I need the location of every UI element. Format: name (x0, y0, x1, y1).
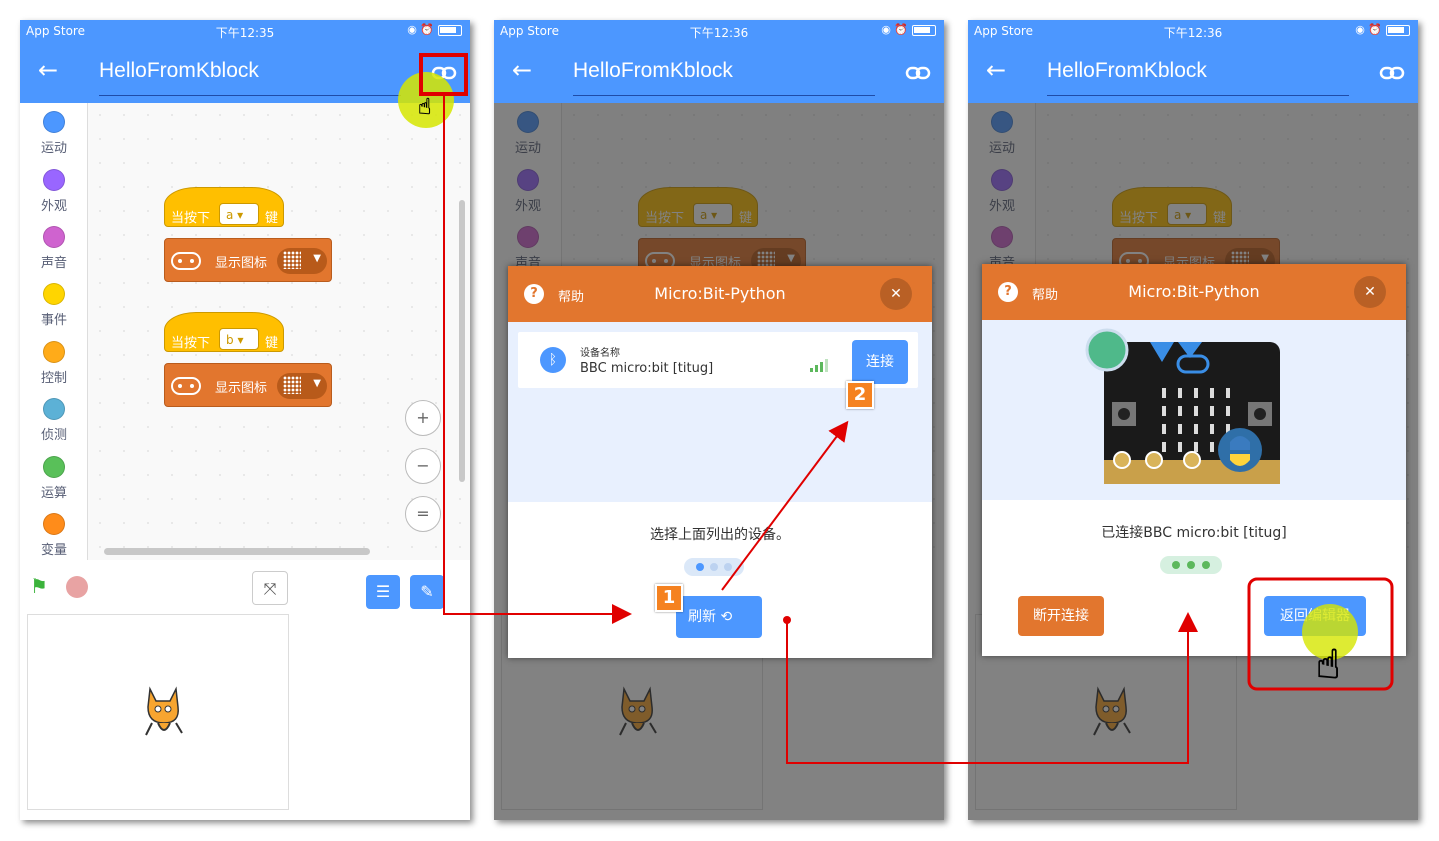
key-dropdown[interactable]: b ▾ (219, 328, 259, 350)
app-bar: ← HelloFromKblock (968, 42, 1418, 103)
link-icon[interactable] (1379, 60, 1405, 86)
zoom-out-button[interactable]: − (405, 448, 441, 484)
category-looks[interactable]: 外观 (20, 169, 88, 214)
connected-dots (1160, 556, 1222, 574)
title-underline (99, 95, 401, 96)
battery-icon: ◉ ⏰ (407, 23, 462, 36)
category-motion[interactable]: 运动 (20, 111, 88, 156)
stage-toolbar: ⚑ ⤧ ☰ ✎ (20, 560, 470, 610)
back-to-editor-button[interactable]: 返回编辑器 (1264, 596, 1366, 636)
connected-status-text: 已连接BBC micro:bit [titug] (1101, 525, 1287, 541)
dialog-title: Micro:Bit-Python (654, 284, 786, 303)
when-key-pressed-block[interactable]: 当按下 a ▾ 键 (164, 187, 284, 227)
phone-screen-connected-dialog: App Store 下午12:36 ◉ ⏰ ← HelloFromKblock … (968, 20, 1418, 820)
step-badge-2: 2 (846, 381, 874, 409)
dialog-title: Micro:Bit-Python (1128, 282, 1260, 301)
when-key-pressed-block[interactable]: 当按下 b ▾ 键 (164, 312, 284, 352)
fullscreen-icon[interactable]: ⤧ (252, 571, 288, 605)
stop-icon[interactable] (66, 576, 88, 598)
status-time: 下午12:36 (1163, 26, 1223, 40)
step-badge-1: 1 (655, 584, 683, 612)
project-title[interactable]: HelloFromKblock (99, 59, 259, 83)
app-bar: ← HelloFromKblock (20, 42, 470, 103)
zoom-reset-button[interactable]: = (405, 496, 441, 532)
cat-sprite-icon (145, 686, 183, 736)
device-list: ᛒ 设备名称 BBC micro:bit [titug] 连接 (508, 322, 932, 502)
instruction-text: 选择上面列出的设备。 (650, 527, 790, 543)
loading-dots (684, 558, 744, 576)
device-item[interactable]: ᛒ 设备名称 BBC micro:bit [titug] 连接 (518, 332, 918, 388)
show-icon-block[interactable]: 显示图标 (164, 363, 332, 407)
category-control[interactable]: 控制 (20, 341, 88, 386)
status-time: 下午12:35 (215, 26, 275, 40)
stage-area[interactable] (27, 614, 289, 810)
device-name: BBC micro:bit [titug] (580, 361, 714, 376)
close-icon[interactable]: ✕ (880, 278, 912, 310)
battery-icon: ◉ ⏰ (881, 23, 936, 36)
green-flag-icon[interactable]: ⚑ (30, 574, 48, 598)
link-icon[interactable] (905, 60, 931, 86)
phone-screen-editor: App Store 下午12:35 ◉ ⏰ ← HelloFromKblock … (20, 20, 470, 820)
microbit-icon (171, 252, 201, 270)
category-events[interactable]: 事件 (20, 283, 88, 328)
code-workspace[interactable]: 当按下 a ▾ 键 显示图标 当按下 b ▾ 键 显示图标 + − = (88, 103, 470, 560)
category-operators[interactable]: 运算 (20, 456, 88, 501)
zoom-in-button[interactable]: + (405, 400, 441, 436)
status-bar: App Store 下午12:36 ◉ ⏰ (968, 20, 1418, 42)
key-dropdown[interactable]: a ▾ (219, 203, 259, 225)
close-icon[interactable]: ✕ (1354, 276, 1386, 308)
category-sensing[interactable]: 侦测 (20, 398, 88, 443)
vertical-scrollbar[interactable] (459, 200, 465, 482)
led-matrix-dropdown[interactable] (277, 373, 327, 399)
back-arrow-icon[interactable]: ← (512, 56, 532, 84)
app-bar: ← HelloFromKblock (494, 42, 944, 103)
microbit-icon (171, 377, 201, 395)
microbit-board-icon (1104, 342, 1280, 484)
status-bar: App Store 下午12:35 ◉ ⏰ (20, 20, 470, 42)
signal-strength-icon (810, 356, 834, 372)
title-underline (1047, 95, 1349, 96)
dialog-header: ? 帮助 Micro:Bit-Python ✕ (508, 266, 932, 322)
back-arrow-icon[interactable]: ← (38, 56, 58, 84)
status-dot-icon (1085, 328, 1129, 372)
battery-icon: ◉ ⏰ (1355, 23, 1410, 36)
title-underline (573, 95, 875, 96)
connection-dialog: ? 帮助 Micro:Bit-Python ✕ ᛒ 设备名称 BBC micro… (508, 266, 932, 658)
led-matrix-dropdown[interactable] (277, 248, 327, 274)
connect-button[interactable]: 连接 (852, 340, 908, 384)
link-icon[interactable] (431, 60, 457, 86)
dialog-header: ? 帮助 Micro:Bit-Python ✕ (982, 264, 1406, 320)
status-time: 下午12:36 (689, 26, 749, 40)
project-title[interactable]: HelloFromKblock (1047, 59, 1207, 83)
refresh-icon: ⟲ (720, 609, 733, 625)
phone-screen-connect-dialog: App Store 下午12:36 ◉ ⏰ ← HelloFromKblock … (494, 20, 944, 820)
edit-button[interactable]: ✎ (410, 575, 444, 609)
sprite-list-button[interactable]: ☰ (366, 575, 400, 609)
device-image-panel (982, 320, 1406, 500)
back-arrow-icon[interactable]: ← (986, 56, 1006, 84)
project-title[interactable]: HelloFromKblock (573, 59, 733, 83)
refresh-button[interactable]: 刷新 ⟲ (676, 596, 762, 638)
show-icon-block[interactable]: 显示图标 (164, 238, 332, 282)
disconnect-button[interactable]: 断开连接 (1018, 596, 1104, 636)
horizontal-scrollbar[interactable] (104, 548, 370, 555)
category-sound[interactable]: 声音 (20, 226, 88, 271)
bluetooth-icon: ᛒ (540, 347, 566, 373)
device-label: 设备名称 (580, 348, 620, 359)
status-bar: App Store 下午12:36 ◉ ⏰ (494, 20, 944, 42)
connection-dialog: ? 帮助 Micro:Bit-Python ✕ 已连接BBC micro:bit… (982, 264, 1406, 656)
category-variables[interactable]: 变量 (20, 513, 88, 558)
category-menu: 运动 外观 声音 事件 控制 侦测 运算 变量 (20, 103, 88, 560)
